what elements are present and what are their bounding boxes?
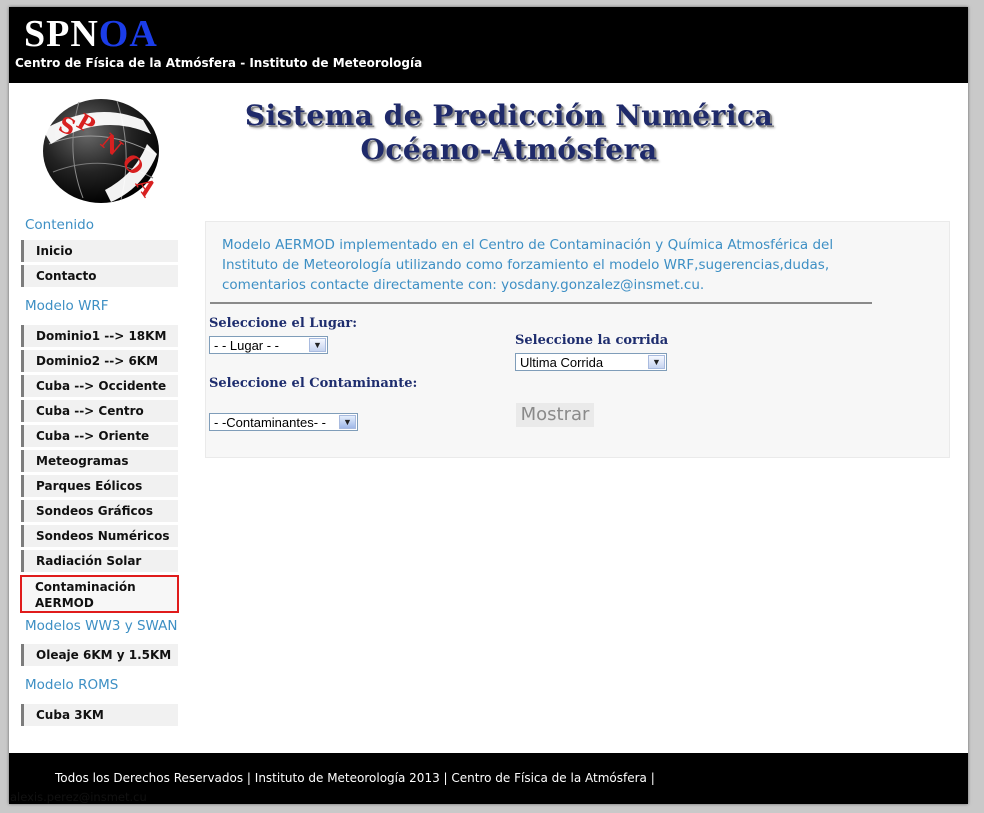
brand-part-spn: SPN — [24, 13, 99, 55]
header-subtitle: Centro de Física de la Atmósfera - Insti… — [15, 56, 423, 70]
page-frame: SPNOA Centro de Física de la Atmósfera -… — [9, 7, 968, 804]
corrida-select-value: Ultima Corrida — [520, 355, 604, 370]
divider-line — [210, 302, 872, 304]
spnoa-globe-logo: S P N O A — [43, 99, 162, 203]
sidebar-item-parques-eolicos[interactable]: Parques Eólicos — [21, 475, 178, 497]
aermod-form-panel: Modelo AERMOD implementado en el Centro … — [205, 221, 950, 458]
lugar-select[interactable]: - - Lugar - - ▼ — [209, 336, 328, 354]
sidebar-item-cuba-oriente[interactable]: Cuba --> Oriente — [21, 425, 178, 447]
brand-part-oa: OA — [98, 13, 158, 55]
sidebar-item-inicio[interactable]: Inicio — [21, 240, 178, 262]
chevron-down-icon: ▼ — [339, 415, 356, 429]
footer-copyright: Todos los Derechos Reservados | Institut… — [55, 771, 655, 785]
lugar-select-value: - - Lugar - - — [214, 338, 280, 353]
sidebar-item-meteogramas[interactable]: Meteogramas — [21, 450, 178, 472]
sidebar-item-contacto[interactable]: Contacto — [21, 265, 178, 287]
corrida-select[interactable]: Ultima Corrida ▼ — [515, 353, 667, 371]
footer-email[interactable]: alexis.perez@insmet.cu — [10, 790, 147, 804]
lugar-label: Seleccione el Lugar: — [209, 316, 358, 331]
sidebar-section-contenido: Contenido — [25, 217, 94, 233]
sidebar: Contenido Inicio Contacto Modelo WRF Dom… — [20, 215, 190, 726]
chevron-down-icon: ▼ — [309, 338, 326, 352]
sidebar-item-cuba-3km[interactable]: Cuba 3KM — [21, 704, 178, 726]
aermod-info-text: Modelo AERMOD implementado en el Centro … — [222, 237, 834, 293]
corrida-label: Seleccione la corrida — [515, 333, 669, 348]
main-title-line2: Océano-Atmósfera — [360, 133, 658, 166]
main-title: Sistema de Predicción Numérica Océano-At… — [189, 99, 829, 167]
site-header: SPNOA Centro de Física de la Atmósfera -… — [9, 7, 968, 83]
contaminante-select[interactable]: - -Contaminantes- - ▼ — [209, 413, 358, 431]
sidebar-section-modelo-wrf: Modelo WRF — [25, 298, 109, 314]
chevron-down-icon: ▼ — [648, 355, 665, 369]
sidebar-section-ww3-swan: Modelos WW3 y SWAN — [25, 618, 178, 634]
sidebar-item-dominio2[interactable]: Dominio2 --> 6KM — [21, 350, 178, 372]
sidebar-item-sondeos-numericos[interactable]: Sondeos Numéricos — [21, 525, 178, 547]
sidebar-item-oleaje[interactable]: Oleaje 6KM y 1.5KM — [21, 644, 178, 666]
brand-logo-text[interactable]: SPNOA — [24, 12, 158, 56]
main-title-line1: Sistema de Predicción Numérica — [244, 99, 774, 132]
sidebar-item-cuba-centro[interactable]: Cuba --> Centro — [21, 400, 178, 422]
sidebar-item-cuba-occidente[interactable]: Cuba --> Occidente — [21, 375, 178, 397]
sidebar-item-dominio1[interactable]: Dominio1 --> 18KM — [21, 325, 178, 347]
mostrar-button[interactable]: Mostrar — [516, 403, 594, 427]
sidebar-item-sondeos-graficos[interactable]: Sondeos Gráficos — [21, 500, 178, 522]
contaminante-label: Seleccione el Contaminante: — [209, 376, 418, 391]
sidebar-item-contaminacion-aermod[interactable]: Contaminación AERMOD — [20, 575, 179, 613]
sidebar-section-modelo-roms: Modelo ROMS — [25, 677, 119, 693]
contaminante-select-value: - -Contaminantes- - — [214, 415, 326, 430]
site-footer: Todos los Derechos Reservados | Institut… — [9, 753, 968, 804]
sidebar-item-radiacion-solar[interactable]: Radiación Solar — [21, 550, 178, 572]
